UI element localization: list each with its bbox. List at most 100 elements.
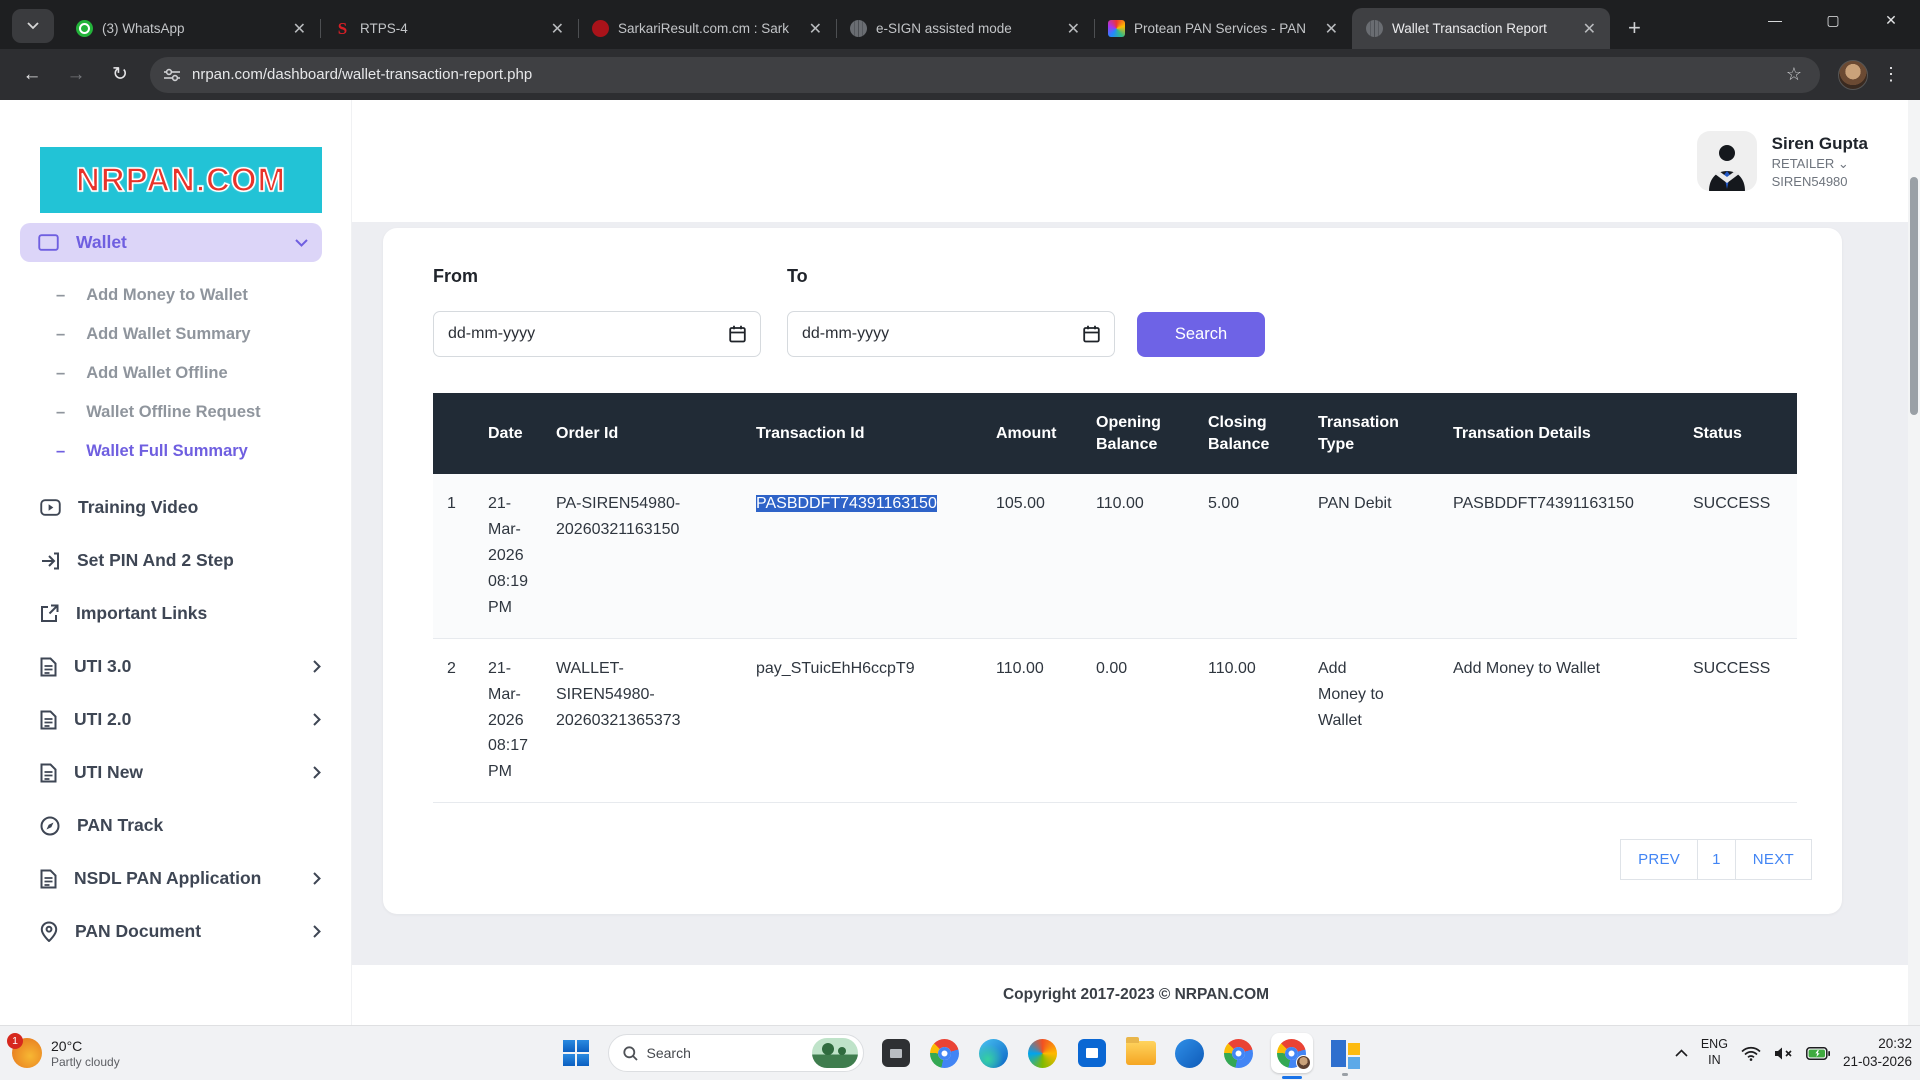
taskbar-firefox-icon[interactable] [928,1036,962,1070]
sidebar-item-add-wallet-offline[interactable]: – Add Wallet Offline [0,354,351,393]
close-icon[interactable]: ✕ [1577,19,1602,39]
volume-muted-icon[interactable] [1774,1046,1793,1061]
site-logo[interactable]: NRPAN.COM [40,147,322,213]
taskbar-microsoft365-icon[interactable] [1328,1036,1362,1070]
to-label: To [787,266,1115,287]
browser-menu-icon[interactable]: ⋮ [1878,64,1910,85]
tab-protean[interactable]: Protean PAN Services - PAN ✕ [1094,8,1352,49]
notification-badge: 1 [7,1033,23,1049]
search-button[interactable]: Search [1137,312,1265,357]
tab-sarkariresult[interactable]: SarkariResult.com.cm : Sark ✕ [578,8,836,49]
page-scrollbar[interactable] [1908,100,1920,1025]
sidebar-item-wallet-full-summary[interactable]: – Wallet Full Summary [0,432,351,471]
battery-charging-icon[interactable] [1806,1047,1830,1060]
cell-date: 21-Mar-2026 08:17 PM [488,638,556,803]
date-placeholder: dd-mm-yyyy [802,325,889,343]
column-transation-details: Transation Details [1453,393,1693,474]
sidebar-item-nsdl-pan-application[interactable]: NSDL PAN Application [0,852,351,905]
taskbar-edge-icon[interactable] [977,1036,1011,1070]
bookmark-star-icon[interactable]: ☆ [1782,64,1806,85]
selected-text: PASBDDFT74391163150 [756,495,937,512]
sidebar-item-wallet-offline-request[interactable]: – Wallet Offline Request [0,393,351,432]
user-info[interactable]: Siren Gupta RETAILER ⌄ SIREN54980 [1772,134,1868,189]
close-icon[interactable]: ✕ [1061,19,1086,39]
taskbar-app-dark-icon[interactable] [879,1036,913,1070]
cell-transaction-id[interactable]: PASBDDFT74391163150 [756,474,996,638]
taskbar-chrome-icon[interactable] [1222,1036,1256,1070]
sidebar-item-uti-new[interactable]: UTI New [0,746,351,799]
tab-esign[interactable]: e-SIGN assisted mode ✕ [836,8,1094,49]
taskbar-copilot-icon[interactable] [1026,1036,1060,1070]
sidebar-item-uti-20[interactable]: UTI 2.0 [0,693,351,746]
site-info-icon[interactable] [164,68,180,82]
maximize-button[interactable]: ▢ [1804,0,1862,40]
close-icon[interactable]: ✕ [287,19,312,39]
new-tab-button[interactable]: + [1620,15,1649,41]
sidebar-item-training-video[interactable]: Training Video [0,481,351,534]
forward-icon[interactable]: → [59,58,93,92]
tab-search-button[interactable] [12,9,54,43]
taskbar-weather-widget[interactable]: 1 20°C Partly cloudy [12,1038,120,1069]
next-button[interactable]: NEXT [1735,839,1812,880]
start-button[interactable] [559,1036,593,1070]
back-icon[interactable]: ← [15,58,49,92]
address-bar[interactable]: nrpan.com/dashboard/wallet-transaction-r… [150,57,1820,93]
tray-chevron-up-icon[interactable] [1675,1049,1688,1057]
sidebar-item-label: NSDL PAN Application [74,868,261,889]
sidebar-item-label: UTI New [74,762,143,783]
calendar-icon[interactable] [729,325,746,343]
language-indicator[interactable]: ENG IN [1701,1037,1728,1068]
logo-text: NRPAN.COM [76,161,286,199]
from-date-input[interactable]: dd-mm-yyyy [433,311,761,357]
to-date-input[interactable]: dd-mm-yyyy [787,311,1115,357]
browser-profile-avatar[interactable] [1838,60,1868,90]
system-tray: ENG IN 20:32 21-03-2026 [1675,1035,1912,1071]
dash-icon: – [56,364,65,383]
sidebar-item-add-wallet-summary[interactable]: – Add Wallet Summary [0,315,351,354]
calendar-icon[interactable] [1083,325,1100,343]
tab-whatsapp[interactable]: (3) WhatsApp ✕ [62,8,320,49]
close-icon[interactable]: ✕ [1319,19,1344,39]
sidebar-item-set-pin[interactable]: Set PIN And 2 Step [0,534,351,587]
sidebar-item-uti-30[interactable]: UTI 3.0 [0,640,351,693]
user-role[interactable]: RETAILER ⌄ [1772,156,1868,172]
sidebar-item-label: Add Wallet Summary [86,325,250,344]
user-avatar[interactable] [1697,131,1757,191]
close-icon[interactable]: ✕ [803,19,828,39]
taskbar-clock[interactable]: 20:32 21-03-2026 [1843,1035,1912,1071]
tab-title: RTPS-4 [360,21,536,36]
cell-amount: 105.00 [996,474,1096,638]
prev-button[interactable]: PREV [1620,839,1698,880]
from-label: From [433,266,761,287]
chevron-right-icon [313,660,321,673]
rtps-icon: S [334,20,351,37]
running-app-indicator [1342,1073,1348,1076]
cell-transaction-id[interactable]: pay_STuicEhH6ccpT9 [756,638,996,803]
taskbar-chrome-active-icon[interactable] [1271,1033,1313,1073]
wifi-icon[interactable] [1741,1046,1761,1061]
column-date: Date [488,393,556,474]
cell-date: 21-Mar-2026 08:19 PM [488,474,556,638]
minimize-button[interactable]: — [1746,0,1804,40]
sidebar-item-pan-track[interactable]: PAN Track [0,799,351,852]
page-number-button[interactable]: 1 [1697,839,1736,880]
copyright-footer: Copyright 2017-2023 © NRPAN.COM [352,965,1920,1025]
column-transation-type: Transation Type [1318,393,1453,474]
sidebar-item-wallet[interactable]: Wallet [20,223,322,262]
sidebar-item-pan-document[interactable]: PAN Document [0,905,351,958]
taskbar-store-icon[interactable] [1075,1036,1109,1070]
close-window-button[interactable]: ✕ [1862,0,1920,40]
search-highlight-image[interactable] [812,1038,858,1068]
close-icon[interactable]: ✕ [545,19,570,39]
main-body: From dd-mm-yyyy To dd-mm-yyyy [352,222,1920,1025]
tab-rtps[interactable]: S RTPS-4 ✕ [320,8,578,49]
taskbar-app-blue-icon[interactable] [1173,1036,1207,1070]
taskbar-file-explorer-icon[interactable] [1124,1036,1158,1070]
scrollbar-thumb[interactable] [1910,177,1918,415]
tab-wallet-transaction-report[interactable]: Wallet Transaction Report ✕ [1352,8,1610,49]
taskbar-search-input[interactable]: Search [608,1034,864,1072]
sidebar-item-important-links[interactable]: Important Links [0,587,351,640]
reload-icon[interactable]: ↻ [103,58,137,92]
url-text[interactable]: nrpan.com/dashboard/wallet-transaction-r… [192,66,1782,83]
sidebar-item-add-money-to-wallet[interactable]: – Add Money to Wallet [0,276,351,315]
